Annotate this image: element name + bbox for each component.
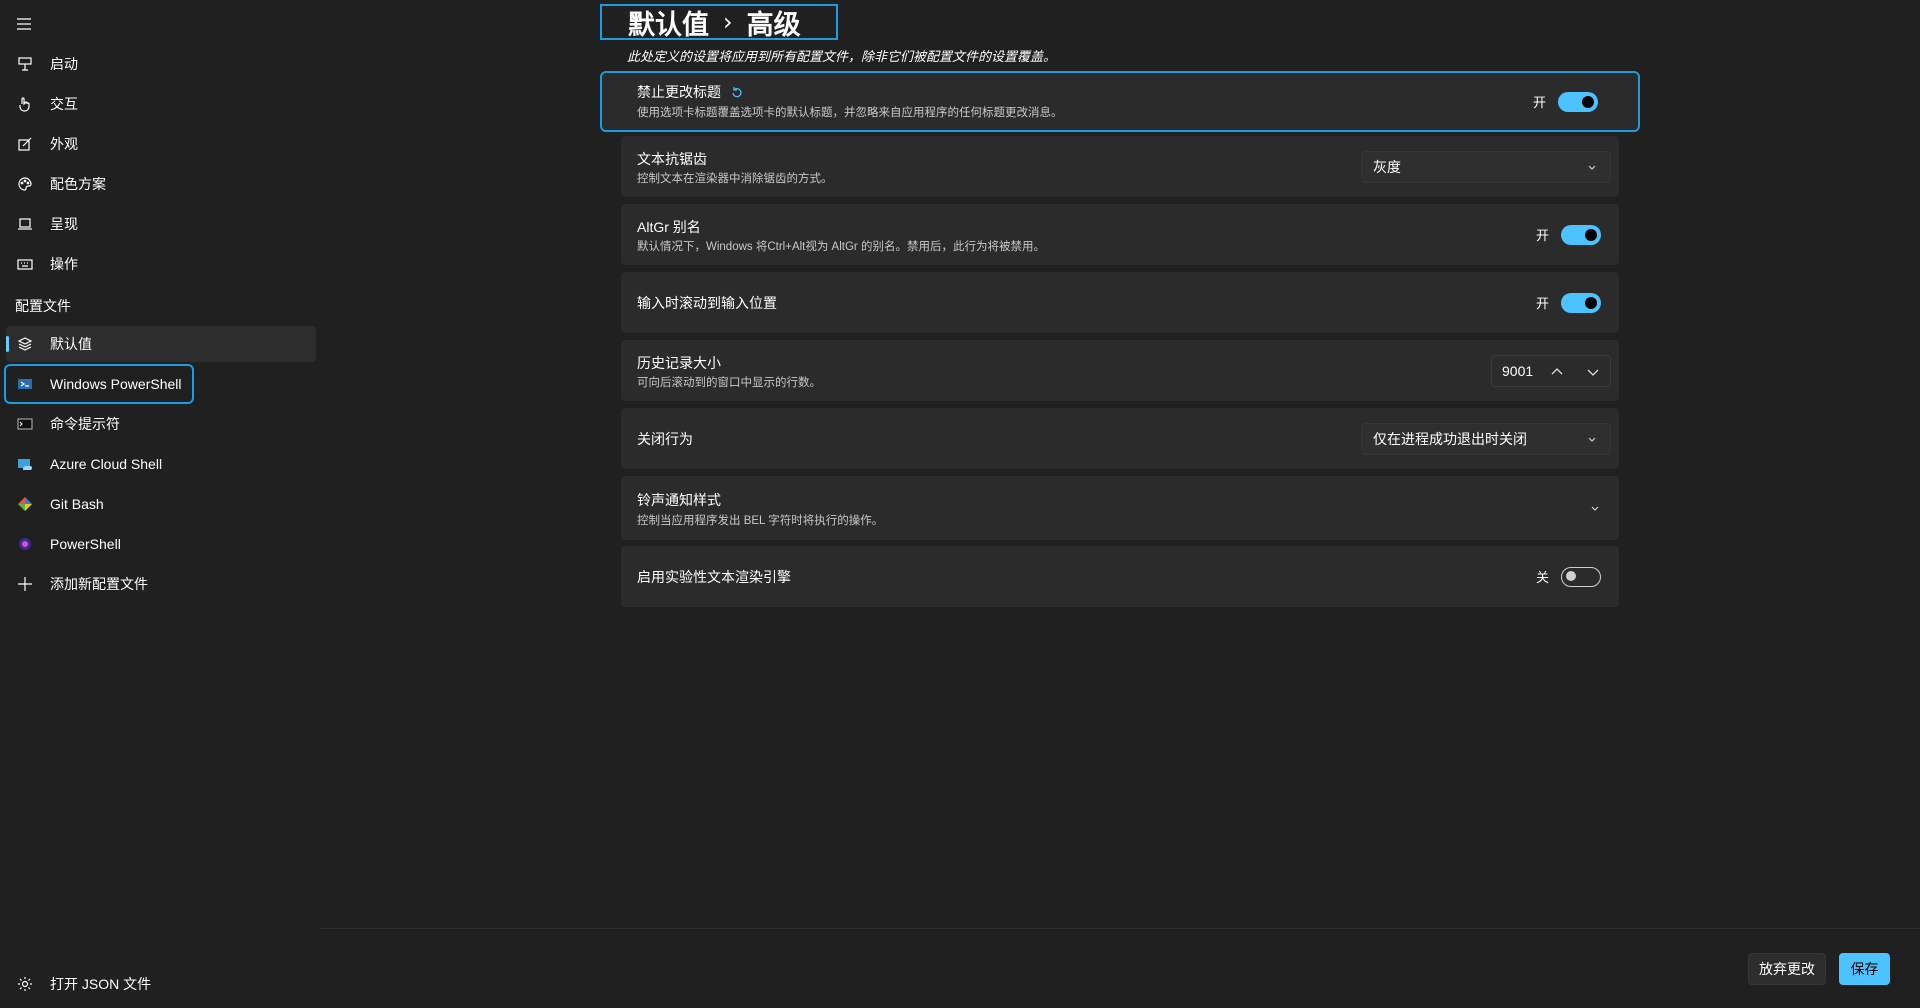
chevron-down-icon: [1588, 437, 1596, 442]
sidebar-item-actions[interactable]: 操作: [6, 246, 316, 282]
plus-icon: [16, 575, 34, 593]
setting-title: 文本抗锯齿: [637, 151, 707, 167]
sidebar-item-label: 外观: [50, 136, 78, 152]
sidebar-item-startup[interactable]: 启动: [6, 46, 316, 82]
setting-scroll-to-input: 输入时滚动到输入位置 开: [621, 272, 1619, 333]
profiles-header: 配置文件: [15, 298, 71, 314]
sidebar-item-label: 默认值: [50, 336, 92, 352]
interaction-icon: [16, 95, 34, 113]
setting-text-antialiasing: 文本抗锯齿 控制文本在渲染器中消除锯齿的方式。 灰度: [621, 136, 1619, 197]
main-content: 默认值 › 高级 此处定义的设置将应用到所有配置文件，除非它们被配置文件的设置覆…: [320, 0, 1920, 928]
open-json-label: 打开 JSON 文件: [50, 976, 152, 992]
toggle-group: 开: [1535, 292, 1601, 313]
setting-experimental-renderer: 启用实验性文本渲染引擎 关: [621, 546, 1619, 607]
appearance-icon: [16, 135, 34, 153]
rendering-icon: [16, 215, 34, 233]
git-icon: [16, 495, 34, 513]
toggle-state-text: 开: [1535, 296, 1549, 311]
sidebar-item-label: 呈现: [50, 216, 78, 232]
azure-icon: [16, 455, 34, 473]
sidebar-item-git-bash[interactable]: Git Bash: [6, 486, 316, 522]
sidebar-item-defaults[interactable]: 默认值: [6, 326, 316, 362]
toggle-state-text: 开: [1535, 228, 1549, 243]
cmd-icon: [16, 415, 34, 433]
toggle-group: 开: [1535, 224, 1601, 245]
page-subtitle: 此处定义的设置将应用到所有配置文件，除非它们被配置文件的设置覆盖。: [627, 49, 1057, 64]
toggle-group: 开: [1532, 91, 1598, 112]
breadcrumb-current: 高级: [746, 9, 801, 41]
setting-title: 启用实验性文本渲染引擎: [637, 569, 791, 585]
altgr-toggle[interactable]: [1561, 224, 1601, 245]
toggle-state-text: 关: [1535, 570, 1549, 585]
powershell-icon: [16, 375, 34, 393]
chevron-up-icon[interactable]: [1550, 365, 1564, 379]
breadcrumb-parent[interactable]: 默认值: [628, 3, 709, 42]
sidebar-item-command-prompt[interactable]: 命令提示符: [6, 406, 316, 442]
gear-icon: [16, 975, 34, 993]
palette-icon: [16, 175, 34, 193]
keyboard-icon: [16, 255, 34, 273]
dropdown-value: 灰度: [1373, 158, 1401, 175]
sidebar-item-appearance[interactable]: 外观: [6, 126, 316, 162]
setting-suppress-title-change[interactable]: 禁止更改标题 使用选项卡标题覆盖选项卡的默认标题，并忽略来自应用程序的任何标题更…: [600, 71, 1640, 132]
sidebar-item-label: PowerShell: [50, 536, 121, 552]
sidebar-item-label: 交互: [50, 96, 78, 112]
setting-title: 历史记录大小: [637, 355, 721, 371]
setting-description: 使用选项卡标题覆盖选项卡的默认标题，并忽略来自应用程序的任何标题更改消息。: [637, 107, 1063, 119]
setting-bell-style[interactable]: 铃声通知样式 控制当应用程序发出 BEL 字符时将执行的操作。: [621, 476, 1619, 540]
setting-close-behavior: 关闭行为 仅在进程成功退出时关闭: [621, 408, 1619, 469]
sidebar-item-azure-cloud-shell[interactable]: Azure Cloud Shell: [6, 446, 316, 482]
layers-icon: [16, 335, 34, 353]
toggle-state-text: 开: [1532, 95, 1546, 110]
setting-title: AltGr 别名: [637, 219, 701, 235]
setting-description: 可向后滚动到的窗口中显示的行数。: [637, 377, 821, 389]
breadcrumb-chevron-icon: ›: [723, 8, 733, 36]
sidebar-item-label: 添加新配置文件: [50, 576, 148, 592]
hamburger-menu-icon[interactable]: [8, 8, 40, 40]
setting-description: 控制文本在渲染器中消除锯齿的方式。: [637, 173, 833, 185]
sidebar: 启动 交互 外观 配色方案 呈现 操作 配置文件 默认值 Windows Pow…: [0, 0, 320, 1008]
sidebar-item-add-profile[interactable]: 添加新配置文件: [6, 566, 316, 602]
setting-title: 关闭行为: [637, 431, 693, 447]
open-json-button[interactable]: 打开 JSON 文件: [6, 966, 316, 1002]
sidebar-item-label: Azure Cloud Shell: [50, 456, 163, 472]
startup-icon: [16, 55, 34, 73]
sidebar-item-interaction[interactable]: 交互: [6, 86, 316, 122]
sidebar-item-powershell[interactable]: PowerShell: [6, 526, 316, 562]
sidebar-item-label: Windows PowerShell: [50, 376, 182, 392]
sidebar-item-rendering[interactable]: 呈现: [6, 206, 316, 242]
page-title: 默认值 › 高级: [600, 3, 838, 42]
footer-bar: 放弃更改 保存: [320, 928, 1920, 1008]
sidebar-item-label: 操作: [50, 256, 78, 272]
reset-icon: [732, 87, 742, 98]
chevron-down-icon: [1588, 165, 1596, 170]
pwsh-icon: [16, 535, 34, 553]
setting-altgr-alias: AltGr 别名 默认情况下，Windows 将Ctrl+Alt视为 AltGr…: [621, 204, 1619, 265]
close-behavior-dropdown[interactable]: 仅在进程成功退出时关闭: [1361, 422, 1611, 455]
setting-title: 铃声通知样式: [637, 492, 721, 508]
setting-history-size: 历史记录大小 可向后滚动到的窗口中显示的行数。 9001: [621, 340, 1619, 401]
setting-title: 输入时滚动到输入位置: [637, 295, 777, 311]
toggle-group: 关: [1535, 566, 1601, 587]
sidebar-item-label: 启动: [50, 56, 78, 72]
chevron-down-icon[interactable]: [1586, 365, 1600, 379]
history-size-number-box[interactable]: 9001: [1491, 354, 1611, 387]
sidebar-item-label: Git Bash: [50, 496, 104, 512]
dropdown-value: 仅在进程成功退出时关闭: [1373, 430, 1527, 447]
number-value: 9001: [1502, 362, 1534, 379]
sidebar-item-color-schemes[interactable]: 配色方案: [6, 166, 316, 202]
sidebar-item-label: 命令提示符: [50, 416, 120, 432]
sidebar-item-label: 配色方案: [50, 176, 106, 192]
save-button[interactable]: 保存: [1839, 953, 1890, 985]
setting-description: 默认情况下，Windows 将Ctrl+Alt视为 AltGr 的别名。禁用后，…: [637, 241, 1045, 253]
chevron-down-icon[interactable]: [1589, 502, 1601, 514]
scroll-input-toggle[interactable]: [1561, 292, 1601, 313]
discard-changes-button[interactable]: 放弃更改: [1748, 953, 1826, 985]
antialiasing-dropdown[interactable]: 灰度: [1361, 150, 1611, 183]
setting-description: 控制当应用程序发出 BEL 字符时将执行的操作。: [637, 515, 884, 527]
setting-title: 禁止更改标题: [637, 82, 743, 102]
suppress-title-toggle[interactable]: [1558, 91, 1598, 112]
sidebar-item-windows-powershell[interactable]: Windows PowerShell: [4, 364, 194, 404]
experimental-renderer-toggle[interactable]: [1561, 566, 1601, 587]
